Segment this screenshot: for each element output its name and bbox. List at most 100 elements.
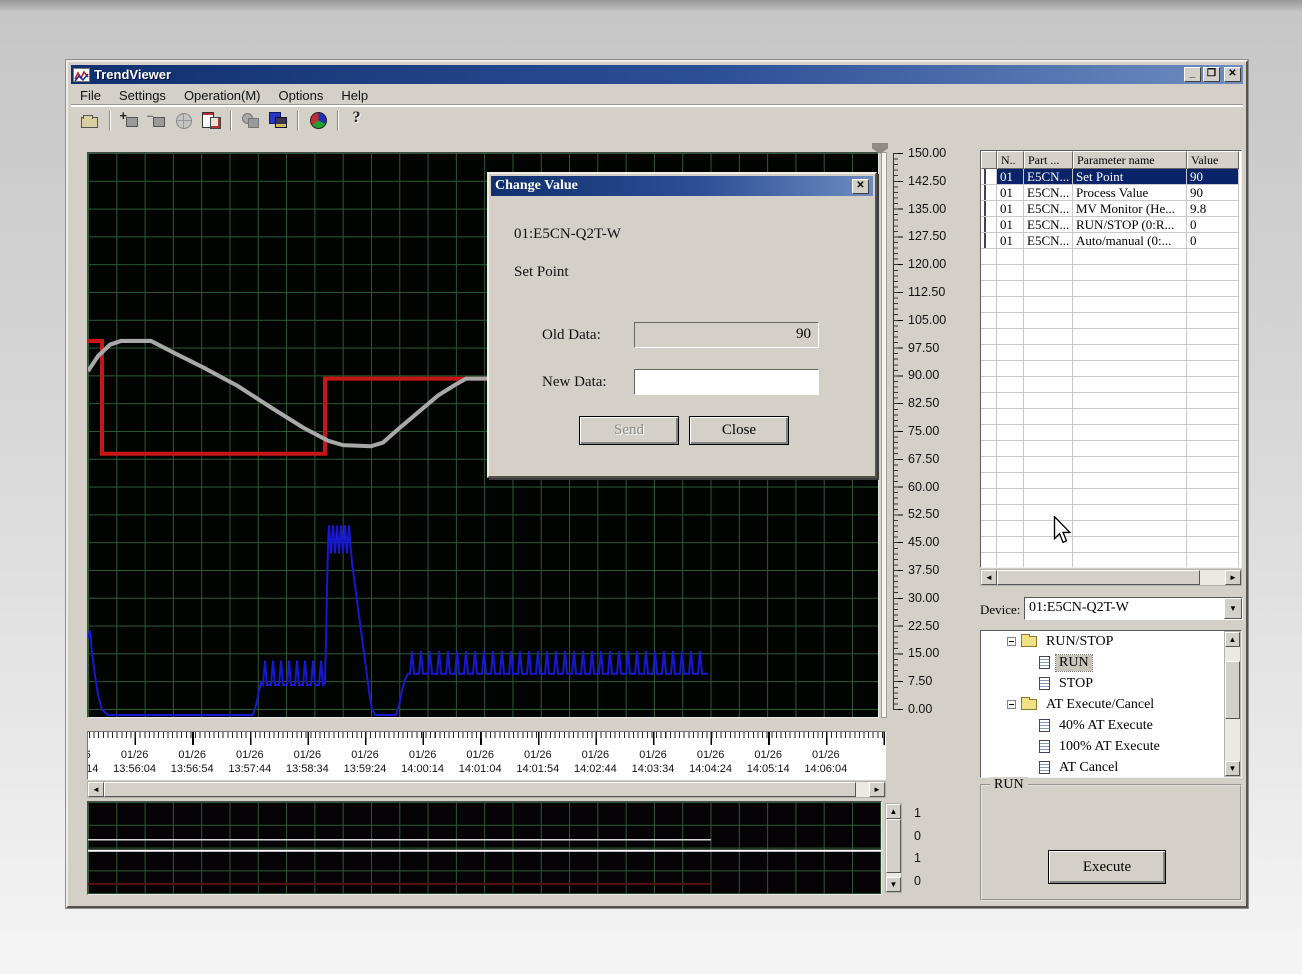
tree-item-100-at-execute[interactable]: 100% AT Execute [981, 736, 1241, 757]
digital-signal-chart[interactable] [87, 801, 882, 895]
cell-no[interactable]: 01 [997, 217, 1024, 233]
cell-part[interactable]: E5CN... [1024, 201, 1073, 217]
new-data-input[interactable] [634, 369, 819, 395]
send-button[interactable]: Send [579, 416, 679, 445]
tree-item-at-execute-cancel[interactable]: AT Execute/Cancel [981, 694, 1241, 715]
cell-value[interactable]: 9.8 [1187, 201, 1239, 217]
dialog-title-bar[interactable]: Change Value ✕ [491, 176, 873, 196]
cell-value[interactable]: 0 [1187, 217, 1239, 233]
menu-options[interactable]: Options [270, 86, 333, 105]
scroll-up-icon[interactable]: ▲ [886, 804, 901, 819]
tree-item-label[interactable]: AT Cancel [1056, 760, 1121, 776]
add-trend-button[interactable] [116, 109, 143, 133]
table-row-empty [981, 281, 1241, 297]
series-color-swatch-cell [981, 553, 997, 568]
series-color-swatch-cell[interactable] [981, 185, 997, 201]
shape-circle-button[interactable] [237, 109, 264, 133]
cell-value[interactable]: 90 [1187, 169, 1239, 185]
table-row[interactable]: 01E5CN...Set Point90 [981, 169, 1241, 185]
tree-scrollbar-thumb[interactable] [1225, 661, 1240, 719]
table-row-empty [981, 441, 1241, 457]
time-scrollbar-thumb[interactable] [104, 782, 856, 797]
cell-no[interactable]: 01 [997, 169, 1024, 185]
minimize-button[interactable]: _ [1184, 67, 1201, 82]
report-copy-button[interactable] [197, 109, 224, 133]
time-scrollbar[interactable]: ◄ ► [87, 781, 886, 798]
scroll-up-icon[interactable]: ▲ [1225, 632, 1240, 647]
cell-value[interactable]: 0 [1187, 233, 1239, 249]
scroll-right-icon[interactable]: ► [1225, 570, 1241, 585]
table-row[interactable]: 01E5CN...Auto/manual (0:...0 [981, 233, 1241, 249]
tree-scrollbar[interactable]: ▲ ▼ [1224, 631, 1241, 777]
scroll-left-icon[interactable]: ◄ [981, 570, 997, 585]
table-header-n[interactable]: N.. [997, 151, 1024, 169]
y-axis-label: 112.50 [908, 285, 945, 299]
digital-scrollbar-thumb[interactable] [886, 819, 901, 873]
series-color-swatch-cell[interactable] [981, 233, 997, 249]
scroll-left-icon[interactable]: ◄ [88, 782, 104, 797]
table-row[interactable]: 01E5CN...RUN/STOP (0:R...0 [981, 217, 1241, 233]
menu-help[interactable]: Help [332, 86, 377, 105]
tree-item-at-cancel[interactable]: AT Cancel [981, 757, 1241, 778]
close-dialog-button[interactable]: Close [689, 416, 789, 445]
menu-settings[interactable]: Settings [110, 86, 175, 105]
scroll-down-icon[interactable]: ▼ [886, 877, 901, 892]
collapse-minus-icon[interactable] [1007, 700, 1016, 709]
table-scrollbar[interactable]: ◄ ► [980, 569, 1242, 586]
table-row[interactable]: 01E5CN...MV Monitor (He...9.8 [981, 201, 1241, 217]
remove-trend-button[interactable] [143, 109, 170, 133]
tree-item-label[interactable]: RUN [1056, 655, 1092, 671]
cell-part[interactable]: E5CN... [1024, 217, 1073, 233]
tree-item-run-stop[interactable]: RUN/STOP [981, 631, 1241, 652]
dialog-close-icon[interactable]: ✕ [852, 179, 869, 194]
cell-parameter[interactable]: Auto/manual (0:... [1073, 233, 1187, 249]
series-color-swatch-cell[interactable] [981, 217, 997, 233]
tree-item-label[interactable]: 40% AT Execute [1056, 718, 1156, 734]
settings-globe-button[interactable] [170, 109, 197, 133]
menu-operation-m[interactable]: Operation(M) [175, 86, 270, 105]
close-button[interactable]: ✕ [1224, 67, 1241, 82]
table-header-value[interactable]: Value [1187, 151, 1239, 169]
open-folder-button[interactable] [76, 109, 103, 133]
tree-item-label[interactable]: RUN/STOP [1043, 634, 1116, 650]
cell-part[interactable]: E5CN... [1024, 185, 1073, 201]
chevron-down-icon[interactable]: ▼ [1224, 598, 1242, 619]
tree-item-run[interactable]: RUN [981, 652, 1241, 673]
restore-button[interactable]: ❐ [1203, 67, 1220, 82]
cell-no[interactable]: 01 [997, 233, 1024, 249]
cell-parameter[interactable]: RUN/STOP (0:R... [1073, 217, 1187, 233]
scroll-down-icon[interactable]: ▼ [1225, 761, 1240, 776]
shape-layers-button[interactable] [264, 109, 291, 133]
device-value: 01:E5CN-Q2T-W [1025, 598, 1224, 619]
tree-item-label[interactable]: AT Execute/Cancel [1043, 697, 1157, 713]
table-header-color[interactable] [981, 151, 997, 169]
y-cursor-track[interactable] [881, 152, 887, 718]
tree-item-label[interactable]: 100% AT Execute [1056, 739, 1163, 755]
series-color-swatch-cell[interactable] [981, 201, 997, 217]
tree-item-40-at-execute[interactable]: 40% AT Execute [981, 715, 1241, 736]
cell-part[interactable]: E5CN... [1024, 169, 1073, 185]
table-scrollbar-thumb[interactable] [997, 570, 1200, 585]
cell-parameter[interactable]: MV Monitor (He... [1073, 201, 1187, 217]
tree-item-label[interactable]: STOP [1056, 676, 1096, 692]
execute-button[interactable]: Execute [1048, 850, 1166, 884]
cell-parameter[interactable]: Process Value [1073, 185, 1187, 201]
device-combobox[interactable]: 01:E5CN-Q2T-W ▼ [1024, 597, 1243, 620]
table-header-part[interactable]: Part ... [1024, 151, 1073, 169]
pie-chart-button[interactable] [304, 109, 331, 133]
digital-scrollbar[interactable]: ▲ ▼ [885, 803, 902, 893]
cell-no[interactable]: 01 [997, 185, 1024, 201]
table-row[interactable]: 01E5CN...Process Value90 [981, 185, 1241, 201]
cell-no[interactable]: 01 [997, 201, 1024, 217]
cell-part[interactable]: E5CN... [1024, 233, 1073, 249]
title-bar[interactable]: TrendViewer _ ❐ ✕ [71, 65, 1243, 84]
cell-value[interactable]: 90 [1187, 185, 1239, 201]
tree-item-stop[interactable]: STOP [981, 673, 1241, 694]
table-header-parameter-name[interactable]: Parameter name [1073, 151, 1187, 169]
series-color-swatch-cell[interactable] [981, 169, 997, 185]
menu-file[interactable]: File [71, 86, 110, 105]
cell-parameter[interactable]: Set Point [1073, 169, 1187, 185]
collapse-minus-icon[interactable] [1007, 637, 1016, 646]
help-button[interactable] [344, 109, 371, 133]
scroll-right-icon[interactable]: ► [869, 782, 885, 797]
